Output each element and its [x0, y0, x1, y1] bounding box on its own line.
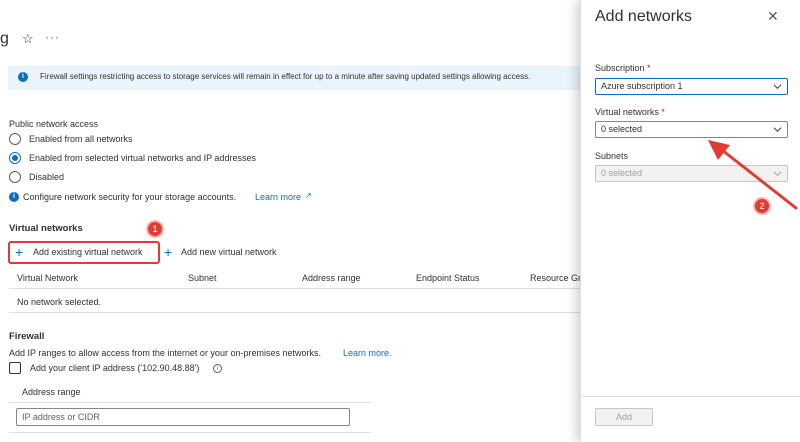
close-icon[interactable]: ✕ — [767, 8, 779, 25]
add-existing-vnet-button[interactable]: Add existing virtual network — [33, 247, 143, 257]
table-divider — [9, 402, 371, 403]
virtual-networks-heading: Virtual networks — [9, 223, 83, 234]
radio-selected-networks[interactable] — [9, 152, 21, 164]
plus-icon[interactable]: + — [164, 245, 172, 259]
info-icon: i — [18, 72, 28, 82]
add-new-vnet-button[interactable]: Add new virtual network — [181, 247, 277, 257]
ip-address-input[interactable]: IP address or CIDR — [16, 408, 350, 426]
external-link-icon[interactable]: ↗ — [305, 191, 312, 200]
col-endpoint-status: Endpoint Status — [416, 273, 480, 283]
add-button[interactable]: Add — [595, 408, 653, 426]
step-badge-1: 1 — [146, 220, 164, 238]
radio-all-networks-label[interactable]: Enabled from all networks — [29, 134, 133, 144]
client-ip-label[interactable]: Add your client IP address ('102.90.48.8… — [30, 363, 199, 373]
vnet-label: Virtual networks * — [595, 107, 665, 117]
client-ip-checkbox[interactable] — [9, 362, 21, 374]
subscription-value: Azure subscription 1 — [601, 81, 683, 91]
info-icon: i — [9, 192, 19, 202]
vnet-select[interactable]: 0 selected — [595, 121, 788, 138]
subnets-select[interactable]: 0 selected — [595, 165, 788, 182]
firewall-description: Add IP ranges to allow access from the i… — [9, 348, 321, 358]
firewall-learn-more-link[interactable]: Learn more. — [343, 348, 392, 358]
subscription-label: Subscription * — [595, 63, 651, 73]
panel-title: Add networks — [595, 8, 692, 25]
ip-address-placeholder: IP address or CIDR — [22, 412, 100, 422]
page-title: g — [0, 30, 9, 47]
step-badge-2: 2 — [753, 197, 771, 215]
network-settings-page: g ☆ ··· i Firewall settings restricting … — [0, 0, 580, 442]
table-divider — [9, 432, 371, 433]
chevron-down-icon — [773, 84, 782, 90]
network-security-hint: Configure network security for your stor… — [23, 192, 237, 202]
add-networks-panel: Add networks ✕ Subscription * Azure subs… — [580, 0, 800, 442]
chevron-down-icon — [773, 127, 782, 133]
panel-footer-divider — [581, 396, 800, 397]
table-divider — [9, 312, 580, 313]
col-subnet: Subnet — [188, 273, 217, 283]
table-divider — [9, 288, 580, 289]
col-resource-group: Resource Gr — [530, 273, 580, 283]
radio-disabled[interactable] — [9, 171, 21, 183]
more-options-icon[interactable]: ··· — [45, 30, 60, 44]
radio-selected-networks-label[interactable]: Enabled from selected virtual networks a… — [29, 153, 256, 163]
radio-all-networks[interactable] — [9, 133, 21, 145]
col-virtual-network: Virtual Network — [17, 273, 78, 283]
required-mark: * — [647, 63, 651, 73]
info-banner-text: Firewall settings restricting access to … — [40, 72, 531, 81]
plus-icon[interactable]: + — [15, 245, 23, 259]
learn-more-link[interactable]: Learn more — [255, 192, 301, 202]
favorite-star-icon[interactable]: ☆ — [22, 31, 34, 47]
subnets-label: Subnets — [595, 151, 629, 161]
col-address-range: Address range — [302, 273, 361, 283]
subnets-value: 0 selected — [601, 168, 643, 178]
public-access-label: Public network access — [9, 119, 99, 129]
chevron-down-icon — [773, 171, 782, 177]
firewall-heading: Firewall — [9, 331, 45, 342]
vnet-value: 0 selected — [601, 124, 643, 134]
col-address-range: Address range — [22, 387, 81, 397]
info-circle-icon[interactable]: i — [213, 364, 222, 373]
radio-disabled-label[interactable]: Disabled — [29, 172, 64, 182]
empty-table-text: No network selected. — [17, 297, 102, 307]
subscription-select[interactable]: Azure subscription 1 — [595, 78, 788, 95]
required-mark: * — [661, 107, 665, 117]
